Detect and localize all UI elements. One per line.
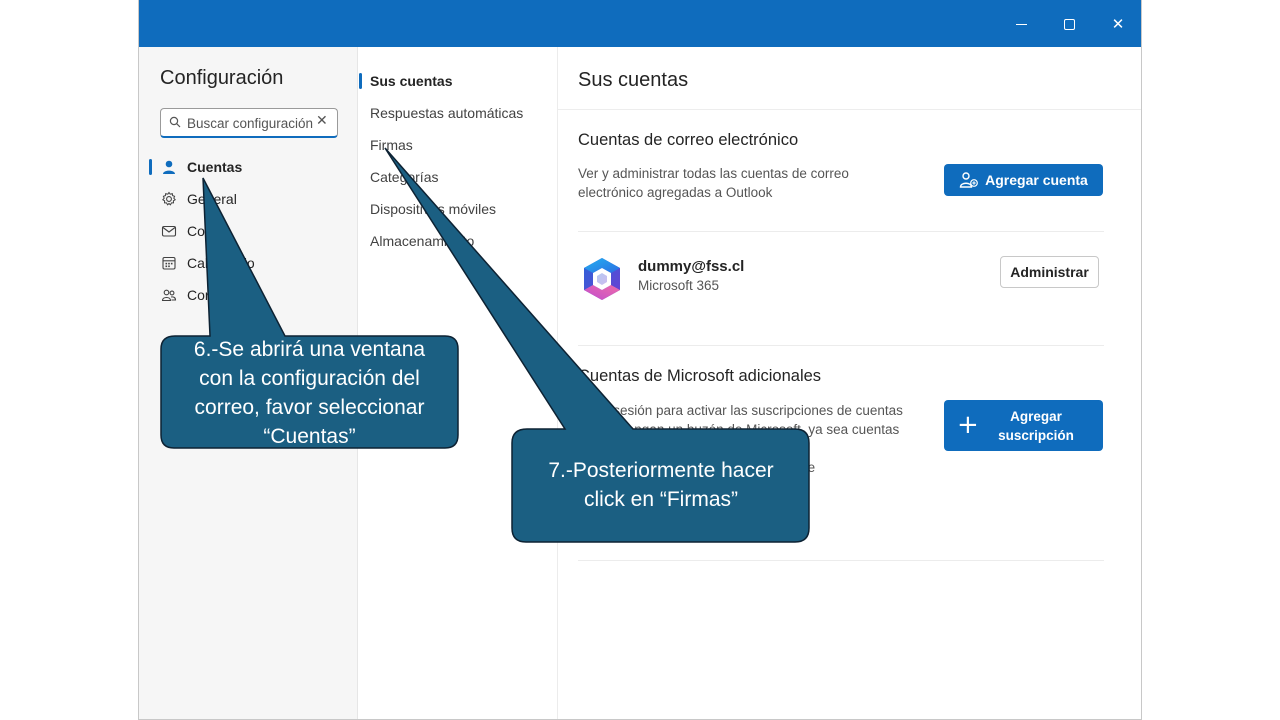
subnav-item-label: Almacenamiento [370,233,475,249]
description-line: Inicie sesión para activar las suscripci… [578,403,903,418]
account-email: dummy@fss.cl [638,258,745,275]
subnav-item-label: Sus cuentas [370,73,453,89]
sidebar-item-contactos[interactable]: Contactos [149,281,345,309]
email-accounts-heading: Cuentas de correo electrónico [578,131,799,149]
manage-account-label: Administrar [1010,264,1089,280]
divider [578,345,1104,346]
sidebar-item-label: General [187,191,237,207]
sidebar-item-general[interactable]: General [149,185,345,213]
divider [578,231,1104,232]
subnav-item-almacenamiento[interactable]: Almacenamiento [358,228,554,254]
sidebar-item-calendario[interactable]: Calendario [149,249,345,277]
settings-title: Configuración [160,67,284,89]
search-input[interactable] [187,114,313,132]
people-icon [160,286,178,304]
sidebar-item-correo[interactable]: Correo [149,217,345,245]
manage-account-button[interactable]: Administrar [1000,256,1099,288]
sidebar-item-label: Correo [187,223,230,239]
description-line: educativa. [578,517,640,532]
ms-accounts-heading: Cuentas de Microsoft adicionales [578,367,822,385]
callout-step7: 7.-Posteriormente hacer click en “Firmas… [514,456,808,514]
close-icon: ✕ [1111,15,1125,33]
divider [558,109,1141,110]
gear-icon [160,190,178,208]
mail-icon [160,222,178,240]
selection-indicator [149,159,152,175]
minimize-icon [1015,23,1027,25]
sidebar-item-cuentas[interactable]: Cuentas [149,153,345,181]
callout-line: correo, favor seleccionar [194,396,425,419]
maximize-icon [1063,18,1075,30]
callout-line: con la configuración del [199,367,420,390]
close-button[interactable]: ✕ [1104,10,1132,38]
subnav-item-label: Categorías [370,169,439,185]
subnav-item-sus-cuentas[interactable]: Sus cuentas [358,68,554,94]
settings-search[interactable]: ✕ [160,108,338,138]
clear-search-icon[interactable]: ✕ [316,113,328,129]
account-type: Microsoft 365 [638,278,720,293]
accounts-panel: Sus cuentas Cuentas de correo electrónic… [558,47,1141,719]
callout-step6: 6.-Se abrirá una ventana con la configur… [164,335,455,451]
calendar-icon [160,254,178,272]
sidebar-item-label: Calendario [187,255,255,271]
search-icon [169,116,181,128]
divider [578,560,1104,561]
subnav-item-categorias[interactable]: Categorías [358,164,554,190]
subnav-item-label: Dispositivos móviles [370,201,497,217]
selection-indicator [359,73,362,89]
maximize-button[interactable] [1055,10,1083,38]
subnav-item-dispositivos-moviles[interactable]: Dispositivos móviles [358,196,554,222]
plus-icon: + [957,410,979,440]
subnav-item-label: Firmas [370,137,413,153]
sidebar-item-label: Contactos [187,287,251,303]
add-subscription-button[interactable]: + Agregar suscripción [944,400,1103,451]
subnav-item-respuestas-automaticas[interactable]: Respuestas automáticas [358,100,554,126]
add-account-button[interactable]: Agregar cuenta [944,164,1103,196]
add-account-label: Agregar cuenta [985,172,1088,188]
add-subscription-label-line1: Agregar [1010,409,1062,424]
description-line: que no tengan un buzón de Microsoft, ya … [578,422,900,437]
callout-line: 6.-Se abrirá una ventana [193,338,426,361]
person-icon [160,158,178,176]
subnav-item-firmas[interactable]: Firmas [358,132,554,158]
add-subscription-label-line2: suscripción [998,428,1074,443]
microsoft-365-logo [584,258,620,300]
sidebar-item-label: Cuentas [187,159,243,175]
title-bar: ✕ [139,0,1141,47]
minimize-button[interactable] [1007,10,1035,38]
email-accounts-description: Ver y administrar todas las cuentas de c… [578,166,849,200]
callout-line: click en “Firmas” [583,488,738,511]
callout-line: “Cuentas” [263,425,356,448]
add-person-icon [959,172,979,188]
subnav-item-label: Respuestas automáticas [370,105,524,121]
callout-line: 7.-Posteriormente hacer [548,459,774,482]
page-title: Sus cuentas [578,69,689,91]
